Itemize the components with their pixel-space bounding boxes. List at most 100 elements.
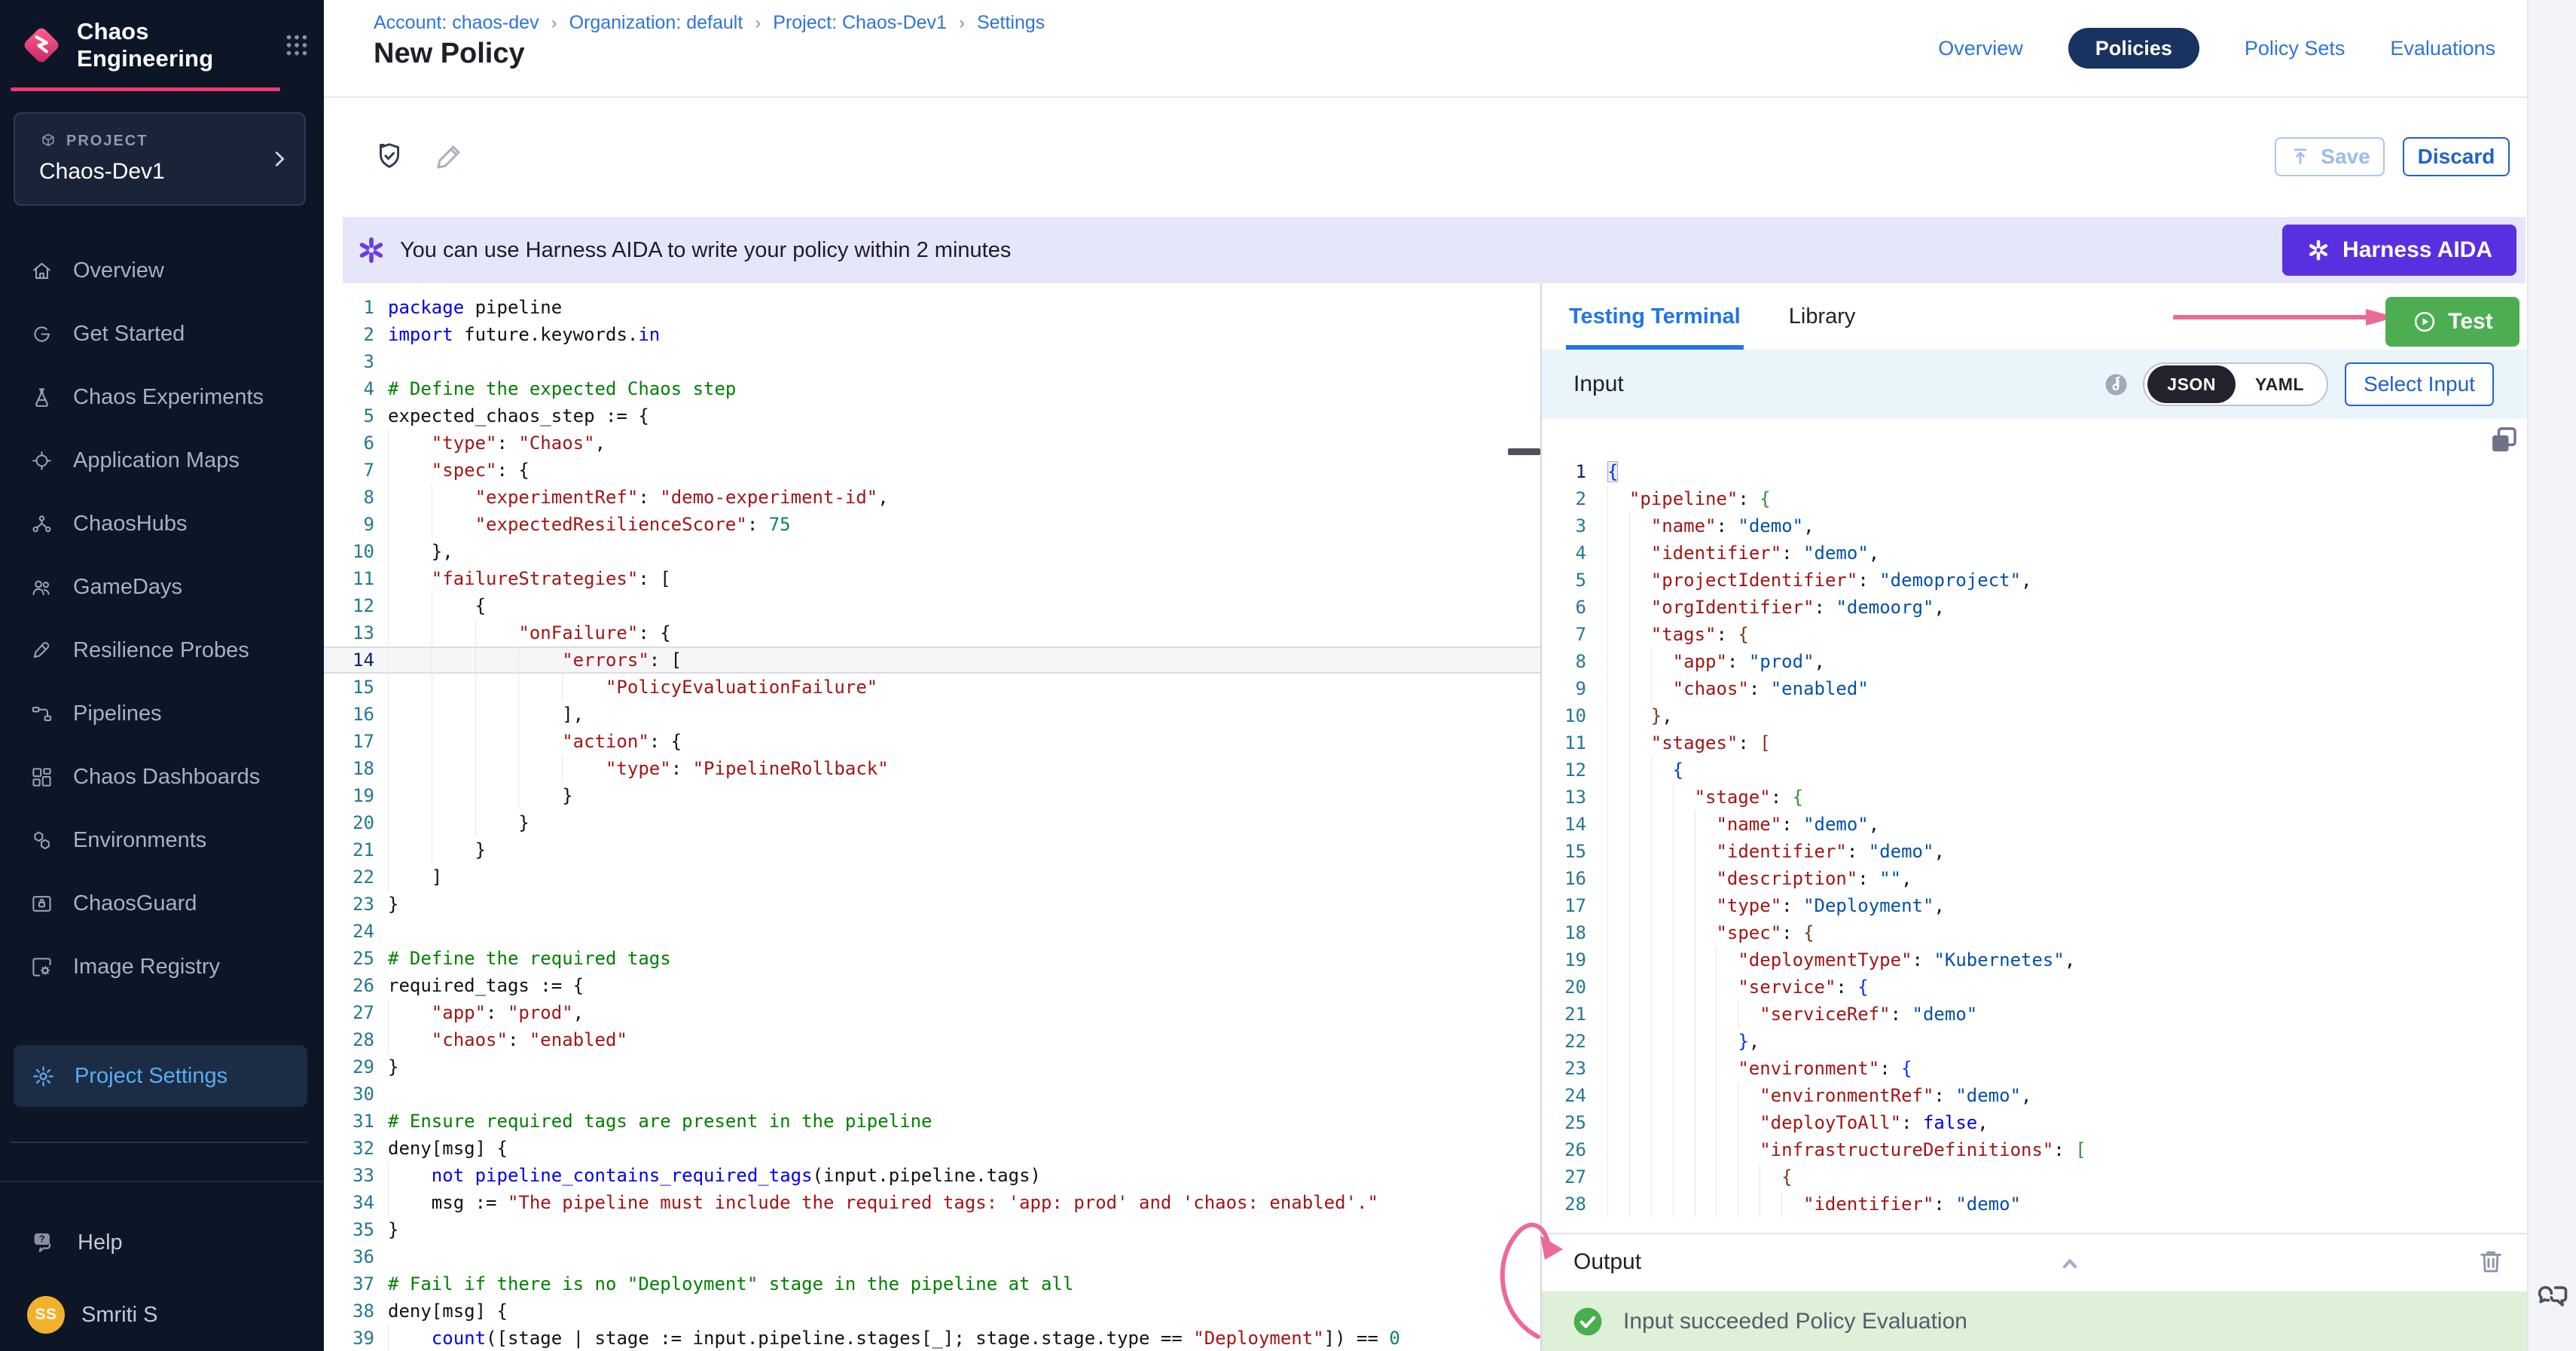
code-line: 30 — [324, 1080, 1540, 1108]
sidebar-item-pipelines[interactable]: Pipelines — [0, 682, 324, 745]
input-json-editor[interactable]: 1{2"pipeline": {3"name": "demo",4"identi… — [1542, 419, 2527, 1233]
chevron-up-icon[interactable] — [2056, 1249, 2084, 1278]
code-line: 26required_tags := { — [324, 972, 1540, 999]
sidebar-item-environments[interactable]: Environments — [0, 808, 324, 872]
code-line: 1package pipeline — [324, 294, 1540, 321]
copy-icon[interactable] — [2486, 423, 2521, 458]
edit-pencil-icon[interactable] — [434, 140, 465, 172]
aida-banner-text: You can use Harness AIDA to write your p… — [400, 238, 1011, 263]
sidebar-item-application-maps[interactable]: Application Maps — [0, 429, 324, 492]
code-line: 25"deployToAll": false, — [1542, 1109, 2527, 1136]
code-line: 10}, — [1542, 702, 2527, 729]
sidebar-item-chaosguard[interactable]: ChaosGuard — [0, 872, 324, 935]
harness-aida-button[interactable]: Harness AIDA — [2282, 225, 2516, 276]
help-label: Help — [78, 1230, 123, 1255]
sidebar-item-label: GameDays — [73, 575, 182, 600]
shield-check-icon[interactable] — [374, 140, 405, 172]
chaos-engineering-logo-icon — [18, 22, 65, 69]
split-drag-handle[interactable] — [1508, 448, 1540, 455]
code-line: 18"spec": { — [1542, 919, 2527, 946]
format-json[interactable]: JSON — [2147, 365, 2236, 403]
code-line: 24"environmentRef": "demo", — [1542, 1082, 2527, 1109]
project-selector[interactable]: PROJECT Chaos-Dev1 — [14, 112, 306, 206]
code-line: 8"app": "prod", — [1542, 648, 2527, 675]
breadcrumb-separator: › — [755, 13, 761, 33]
code-line: 2import future.keywords.in — [324, 321, 1540, 348]
trash-icon[interactable] — [2476, 1246, 2506, 1276]
nav-overview[interactable]: Overview — [1938, 37, 2023, 60]
sidebar-item-image-registry[interactable]: Image Registry — [0, 935, 324, 998]
nav-evaluations[interactable]: Evaluations — [2390, 37, 2495, 60]
code-line: 12{ — [324, 592, 1540, 619]
breadcrumb-link-account-chaos-dev[interactable]: Account: chaos-dev — [374, 12, 539, 33]
test-button[interactable]: Test — [2385, 297, 2520, 347]
code-line: 5expected_chaos_step := { — [324, 402, 1540, 429]
save-button[interactable]: Save — [2275, 137, 2385, 176]
tab-testing-terminal[interactable]: Testing Terminal — [1566, 283, 1744, 350]
sidebar-item-gamedays[interactable]: GameDays — [0, 555, 324, 619]
avatar: SS — [27, 1296, 65, 1334]
code-line: 20"service": { — [1542, 974, 2527, 1001]
code-line: 12{ — [1542, 756, 2527, 784]
code-line: 25# Define the required tags — [324, 945, 1540, 972]
code-line: 32deny[msg] { — [324, 1135, 1540, 1162]
sidebar-item-label: ChaosGuard — [73, 891, 197, 916]
sidebar-item-label: Image Registry — [73, 955, 220, 980]
play-circle-icon — [2412, 309, 2437, 335]
select-input-button[interactable]: Select Input — [2345, 362, 2494, 406]
chevron-right-icon — [268, 148, 291, 170]
input-label: Input — [1573, 371, 2103, 397]
aida-banner: You can use Harness AIDA to write your p… — [343, 217, 2526, 283]
code-line: 9"chaos": "enabled" — [1542, 675, 2527, 702]
module-grid-icon[interactable] — [283, 32, 310, 59]
aida-sparkle-icon — [356, 235, 386, 265]
page-header: Account: chaos-dev › Organization: default… — [324, 0, 2527, 98]
policy-code-editor[interactable]: 1package pipeline2import future.keywords… — [324, 283, 1540, 1351]
support-chat-icon[interactable] — [2536, 1280, 2571, 1315]
breadcrumb-link-project-chaos-dev1[interactable]: Project: Chaos-Dev1 — [773, 12, 947, 33]
discard-button[interactable]: Discard — [2403, 137, 2510, 176]
code-line: 16], — [324, 701, 1540, 728]
code-line: 18"type": "PipelineRollback" — [324, 755, 1540, 782]
sidebar-item-resilience-probes[interactable]: Resilience Probes — [0, 619, 324, 682]
sidebar-item-get-started[interactable]: Get Started — [0, 302, 324, 365]
code-line: 27"app": "prod", — [324, 999, 1540, 1026]
help-button[interactable]: ? Help — [0, 1229, 324, 1257]
breadcrumb: Account: chaos-dev › Organization: default… — [374, 12, 1045, 34]
nav-policies[interactable]: Policies — [2068, 28, 2199, 69]
code-line: 5"projectIdentifier": "demoproject", — [1542, 567, 2527, 594]
sidebar-item-chaos-experiments[interactable]: Chaos Experiments — [0, 365, 324, 429]
svg-text:?: ? — [39, 1233, 45, 1245]
code-line: 34msg := "The pipeline must include the … — [324, 1189, 1540, 1216]
format-toggle[interactable]: JSONYAML — [2143, 362, 2328, 406]
sidebar-item-label: Get Started — [73, 322, 185, 347]
code-line: 24 — [324, 918, 1540, 945]
output-label: Output — [1573, 1249, 1641, 1275]
help-chat-icon: ? — [30, 1229, 58, 1257]
brand-divider — [11, 87, 280, 91]
code-line: 4"identifier": "demo", — [1542, 539, 2527, 567]
code-line: 13"onFailure": { — [324, 619, 1540, 646]
sidebar-bottom: ? Help SS Smriti S — [0, 1181, 324, 1334]
breadcrumb-link-settings[interactable]: Settings — [977, 12, 1045, 33]
sidebar-item-chaoshubs[interactable]: ChaosHubs — [0, 492, 324, 555]
cube-icon — [39, 132, 57, 150]
sidebar-item-project-settings[interactable]: Project Settings — [14, 1045, 307, 1107]
user-menu[interactable]: SS Smriti S — [0, 1296, 324, 1334]
code-line: 3"name": "demo", — [1542, 512, 2527, 539]
home-icon — [30, 259, 53, 283]
nav-policy-sets[interactable]: Policy Sets — [2245, 37, 2346, 60]
format-yaml[interactable]: YAML — [2236, 365, 2324, 403]
sidebar-item-overview[interactable]: Overview — [0, 239, 324, 302]
tab-library[interactable]: Library — [1786, 283, 1859, 350]
breadcrumb-link-organization-default[interactable]: Organization: default — [569, 12, 743, 33]
sidebar-item-chaos-dashboards[interactable]: Chaos Dashboards — [0, 745, 324, 808]
code-line: 23} — [324, 891, 1540, 918]
sidebar-divider — [11, 1142, 307, 1143]
prettify-icon[interactable] — [2103, 371, 2129, 398]
sidebar-item-label: Chaos Experiments — [73, 385, 264, 410]
aida-sparkle-icon — [2306, 238, 2330, 262]
code-line: 17"action": { — [324, 728, 1540, 755]
code-line: 8"experimentRef": "demo-experiment-id", — [324, 484, 1540, 511]
code-line: 4# Define the expected Chaos step — [324, 375, 1540, 402]
